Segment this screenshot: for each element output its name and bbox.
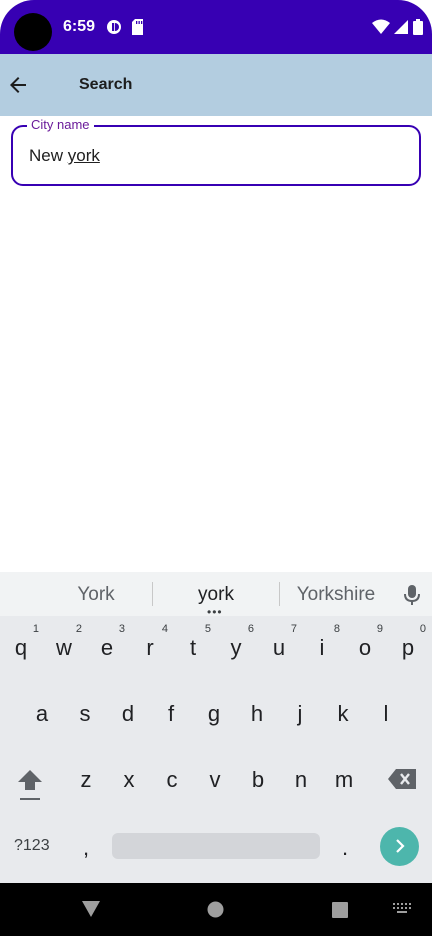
chevron-right-icon	[396, 839, 405, 853]
status-time: 6:59	[63, 18, 96, 35]
keyboard-switch-icon[interactable]	[393, 903, 411, 915]
city-name-input[interactable]: New york	[29, 146, 399, 166]
more-suggestions-icon[interactable]: •••	[207, 606, 223, 618]
suggestion-1[interactable]: York	[56, 584, 136, 606]
key-p[interactable]: p0	[388, 622, 428, 674]
suggestion-3[interactable]: Yorkshire	[284, 584, 388, 606]
symbols-key[interactable]: ?123	[14, 837, 50, 855]
microphone-icon[interactable]	[402, 584, 422, 606]
key-v[interactable]: v	[195, 754, 235, 806]
key-d[interactable]: d	[108, 688, 148, 740]
key-k[interactable]: k	[323, 688, 363, 740]
input-text-composing: york	[67, 146, 100, 165]
arrow-back-icon[interactable]	[6, 73, 30, 97]
wifi-icon	[372, 19, 390, 34]
signal-icon	[394, 20, 408, 34]
city-name-label: City name	[27, 117, 94, 132]
shift-icon[interactable]	[16, 768, 44, 802]
key-x[interactable]: x	[109, 754, 149, 806]
app-bar: Search	[0, 54, 432, 116]
battery-icon	[413, 19, 423, 35]
system-navigation-bar	[0, 883, 432, 936]
key-period[interactable]: .	[325, 822, 365, 874]
key-f[interactable]: f	[151, 688, 191, 740]
key-i[interactable]: i8	[302, 622, 342, 674]
key-o[interactable]: o9	[345, 622, 385, 674]
notification-icon	[107, 20, 121, 34]
key-g[interactable]: g	[194, 688, 234, 740]
key-b[interactable]: b	[238, 754, 278, 806]
key-q[interactable]: q1	[1, 622, 41, 674]
home-circle-icon[interactable]	[207, 901, 224, 918]
backspace-icon[interactable]	[388, 769, 416, 789]
key-t[interactable]: t5	[173, 622, 213, 674]
key-m[interactable]: m	[324, 754, 364, 806]
key-r[interactable]: r4	[130, 622, 170, 674]
key-h[interactable]: h	[237, 688, 277, 740]
enter-key[interactable]	[380, 827, 419, 866]
key-l[interactable]: l	[366, 688, 406, 740]
page-title: Search	[79, 76, 133, 93]
key-y[interactable]: y6	[216, 622, 256, 674]
city-name-field[interactable]: City name New york	[11, 117, 421, 186]
key-n[interactable]: n	[281, 754, 321, 806]
recents-square-icon[interactable]	[332, 902, 348, 918]
key-z[interactable]: z	[66, 754, 106, 806]
status-bar: 6:59	[0, 0, 432, 54]
key-j[interactable]: j	[280, 688, 320, 740]
key-s[interactable]: s	[65, 688, 105, 740]
key-u[interactable]: u7	[259, 622, 299, 674]
suggestion-2[interactable]: york	[170, 584, 262, 606]
suggestion-divider	[152, 582, 153, 606]
key-e[interactable]: e3	[87, 622, 127, 674]
back-triangle-icon[interactable]	[81, 900, 101, 918]
camera-notch	[14, 13, 52, 51]
key-c[interactable]: c	[152, 754, 192, 806]
soft-keyboard: York york ••• Yorkshire q1 w2 e3 r4 t5 y…	[0, 572, 432, 883]
key-comma[interactable]: ,	[66, 822, 106, 874]
input-text-committed: New	[29, 146, 68, 165]
sd-card-icon	[132, 19, 143, 35]
suggestion-strip: York york ••• Yorkshire	[0, 572, 432, 618]
space-bar[interactable]	[112, 833, 320, 859]
suggestion-divider	[279, 582, 280, 606]
key-a[interactable]: a	[22, 688, 62, 740]
key-w[interactable]: w2	[44, 622, 84, 674]
